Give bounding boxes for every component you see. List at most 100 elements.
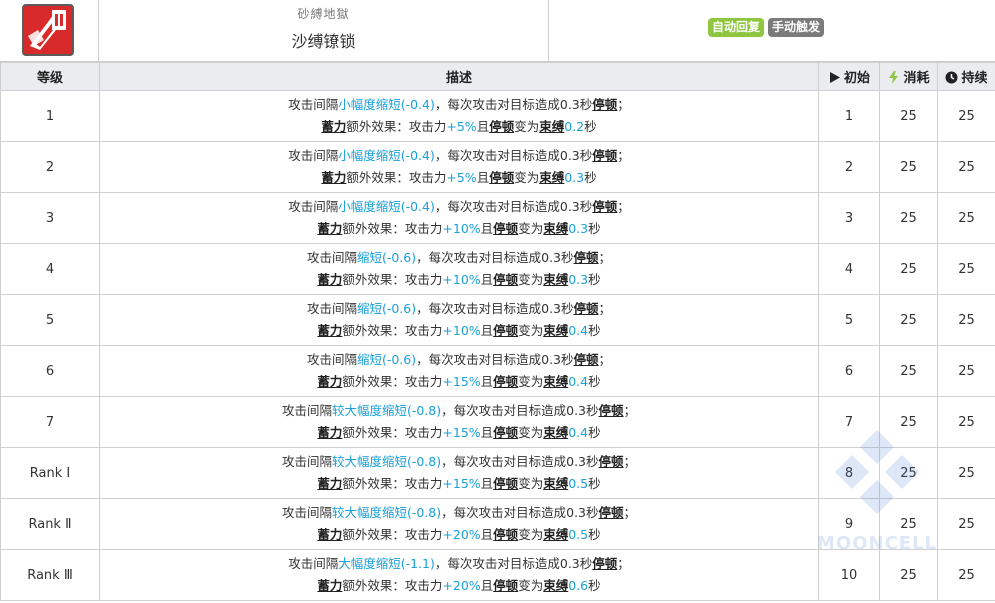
keyword-stun-link[interactable]: 停顿 xyxy=(574,250,599,265)
keyword-stun-link[interactable]: 停顿 xyxy=(489,119,514,134)
description-line-2: 蓄力额外效果：攻击力+15%且停顿变为束缚0.4秒 xyxy=(100,371,818,393)
keyword-stun-link[interactable]: 停顿 xyxy=(493,272,518,287)
keyword-charge-link[interactable]: 蓄力 xyxy=(321,170,346,185)
atk-bonus-value: +5% xyxy=(446,170,477,185)
keyword-bind-link[interactable]: 束缚 xyxy=(543,527,568,542)
keyword-stun-link[interactable]: 停顿 xyxy=(574,301,599,316)
initial-sp-cell: 4 xyxy=(818,243,880,295)
description-cell: 攻击间隔较大幅度缩短(-0.8)，每次攻击对目标造成0.3秒停顿； 蓄力额外效果：… xyxy=(99,498,819,550)
table-row: Rank Ⅲ 攻击间隔大幅度缩短(-1.1)，每次攻击对目标造成0.3秒停顿； 蓄力… xyxy=(0,549,995,601)
desc-text: 且 xyxy=(476,170,490,185)
interval-value: 小幅度缩短(-0.4) xyxy=(338,148,435,163)
level-cell: 4 xyxy=(0,243,100,295)
desc-text: ； xyxy=(623,403,637,418)
col-header-init-label: 初始 xyxy=(843,71,870,86)
initial-sp-cell: 5 xyxy=(818,294,880,346)
table-row: 3 攻击间隔小幅度缩短(-0.4)，每次攻击对目标造成0.3秒停顿； 蓄力额外效果：… xyxy=(0,192,995,244)
table-row: 1 攻击间隔小幅度缩短(-0.4)，每次攻击对目标造成0.3秒停顿； 蓄力额外效果：… xyxy=(0,90,995,142)
desc-text: ，每次攻击对目标造成0.3秒 xyxy=(441,454,599,469)
keyword-stun-link[interactable]: 停顿 xyxy=(592,199,617,214)
desc-text: 额外效果：攻击力 xyxy=(346,170,447,185)
description-line-1: 攻击间隔小幅度缩短(-0.4)，每次攻击对目标造成0.3秒停顿； xyxy=(100,94,818,116)
desc-text: 攻击间隔 xyxy=(288,199,339,214)
initial-sp-cell: 8 xyxy=(818,447,880,499)
description-line-1: 攻击间隔较大幅度缩短(-0.8)，每次攻击对目标造成0.3秒停顿； xyxy=(100,502,818,524)
duration-cell: 25 xyxy=(937,192,995,244)
keyword-stun-link[interactable]: 停顿 xyxy=(493,527,518,542)
desc-text: ，每次攻击对目标造成0.3秒 xyxy=(434,199,593,214)
description-line-1: 攻击间隔缩短(-0.6)，每次攻击对目标造成0.3秒停顿； xyxy=(100,247,818,269)
keyword-charge-link[interactable]: 蓄力 xyxy=(321,119,346,134)
keyword-stun-link[interactable]: 停顿 xyxy=(599,403,624,418)
desc-text: 秒 xyxy=(588,425,601,440)
keyword-bind-link[interactable]: 束缚 xyxy=(543,476,568,491)
keyword-stun-link[interactable]: 停顿 xyxy=(493,374,518,389)
desc-text: ； xyxy=(623,505,637,520)
skill-subtitle: 砂縛地獄 xyxy=(297,7,350,21)
duration-cell: 25 xyxy=(937,498,995,550)
keyword-stun-link[interactable]: 停顿 xyxy=(592,148,617,163)
keyword-stun-link[interactable]: 停顿 xyxy=(592,556,617,571)
col-header-cost-label: 消耗 xyxy=(903,71,930,86)
skill-header: 砂縛地獄 沙缚镣锁 自动回复 手动触发 xyxy=(0,0,995,62)
col-header-init: 初始 xyxy=(818,62,880,91)
desc-text: 额外效果：攻击力 xyxy=(342,323,443,338)
desc-text: 变为 xyxy=(518,527,544,542)
initial-sp-cell: 9 xyxy=(818,498,880,550)
keyword-charge-link[interactable]: 蓄力 xyxy=(317,272,342,287)
keyword-bind-link[interactable]: 束缚 xyxy=(539,170,564,185)
clock-icon xyxy=(945,71,958,84)
keyword-bind-link[interactable]: 束缚 xyxy=(543,578,568,593)
initial-sp-cell: 10 xyxy=(818,549,880,601)
interval-value: 较大幅度缩短(-0.8) xyxy=(331,505,442,520)
duration-cell: 25 xyxy=(937,90,995,142)
keyword-stun-link[interactable]: 停顿 xyxy=(574,352,599,367)
keyword-stun-link[interactable]: 停顿 xyxy=(599,505,624,520)
level-cell: 2 xyxy=(0,141,100,193)
desc-text: ； xyxy=(623,454,637,469)
col-header-duration: 持续 xyxy=(937,62,995,91)
keyword-bind-link[interactable]: 束缚 xyxy=(543,323,568,338)
keyword-stun-link[interactable]: 停顿 xyxy=(489,170,514,185)
keyword-bind-link[interactable]: 束缚 xyxy=(543,272,568,287)
desc-text: ； xyxy=(598,352,612,367)
desc-text: 额外效果：攻击力 xyxy=(342,476,443,491)
atk-bonus-value: +10% xyxy=(442,221,481,236)
col-header-cost: 消耗 xyxy=(879,62,938,91)
description-cell: 攻击间隔小幅度缩短(-0.4)，每次攻击对目标造成0.3秒停顿； 蓄力额外效果：攻… xyxy=(99,192,819,244)
keyword-stun-link[interactable]: 停顿 xyxy=(493,221,518,236)
description-line-1: 攻击间隔较大幅度缩短(-0.8)，每次攻击对目标造成0.3秒停顿； xyxy=(100,451,818,473)
sp-cost-cell: 25 xyxy=(879,192,938,244)
desc-text: ，每次攻击对目标造成0.3秒 xyxy=(416,352,574,367)
keyword-stun-link[interactable]: 停顿 xyxy=(493,476,518,491)
desc-text: 攻击间隔 xyxy=(306,250,357,265)
desc-text: 且 xyxy=(480,221,494,236)
keyword-charge-link[interactable]: 蓄力 xyxy=(317,323,342,338)
level-cell: 7 xyxy=(0,396,100,448)
keyword-stun-link[interactable]: 停顿 xyxy=(599,454,624,469)
interval-value: 缩短(-0.6) xyxy=(356,250,417,265)
interval-value: 缩短(-0.6) xyxy=(356,352,417,367)
desc-text: 且 xyxy=(480,323,494,338)
keyword-charge-link[interactable]: 蓄力 xyxy=(317,527,342,542)
keyword-charge-link[interactable]: 蓄力 xyxy=(317,476,342,491)
skill-name: 沙缚镣锁 xyxy=(291,32,356,51)
initial-sp-cell: 1 xyxy=(818,90,880,142)
keyword-bind-link[interactable]: 束缚 xyxy=(543,374,568,389)
keyword-stun-link[interactable]: 停顿 xyxy=(493,578,518,593)
keyword-stun-link[interactable]: 停顿 xyxy=(493,323,518,338)
keyword-charge-link[interactable]: 蓄力 xyxy=(317,425,342,440)
keyword-stun-link[interactable]: 停顿 xyxy=(493,425,518,440)
keyword-bind-link[interactable]: 束缚 xyxy=(539,119,564,134)
keyword-bind-link[interactable]: 束缚 xyxy=(543,425,568,440)
keyword-charge-link[interactable]: 蓄力 xyxy=(317,221,342,236)
desc-text: 秒 xyxy=(588,272,601,287)
desc-text: 秒 xyxy=(588,374,601,389)
keyword-stun-link[interactable]: 停顿 xyxy=(592,97,617,112)
keyword-charge-link[interactable]: 蓄力 xyxy=(317,578,342,593)
bind-duration-value: 0.5 xyxy=(568,527,589,542)
keyword-charge-link[interactable]: 蓄力 xyxy=(317,374,342,389)
desc-text: 秒 xyxy=(588,578,601,593)
level-cell: 1 xyxy=(0,90,100,142)
keyword-bind-link[interactable]: 束缚 xyxy=(543,221,568,236)
